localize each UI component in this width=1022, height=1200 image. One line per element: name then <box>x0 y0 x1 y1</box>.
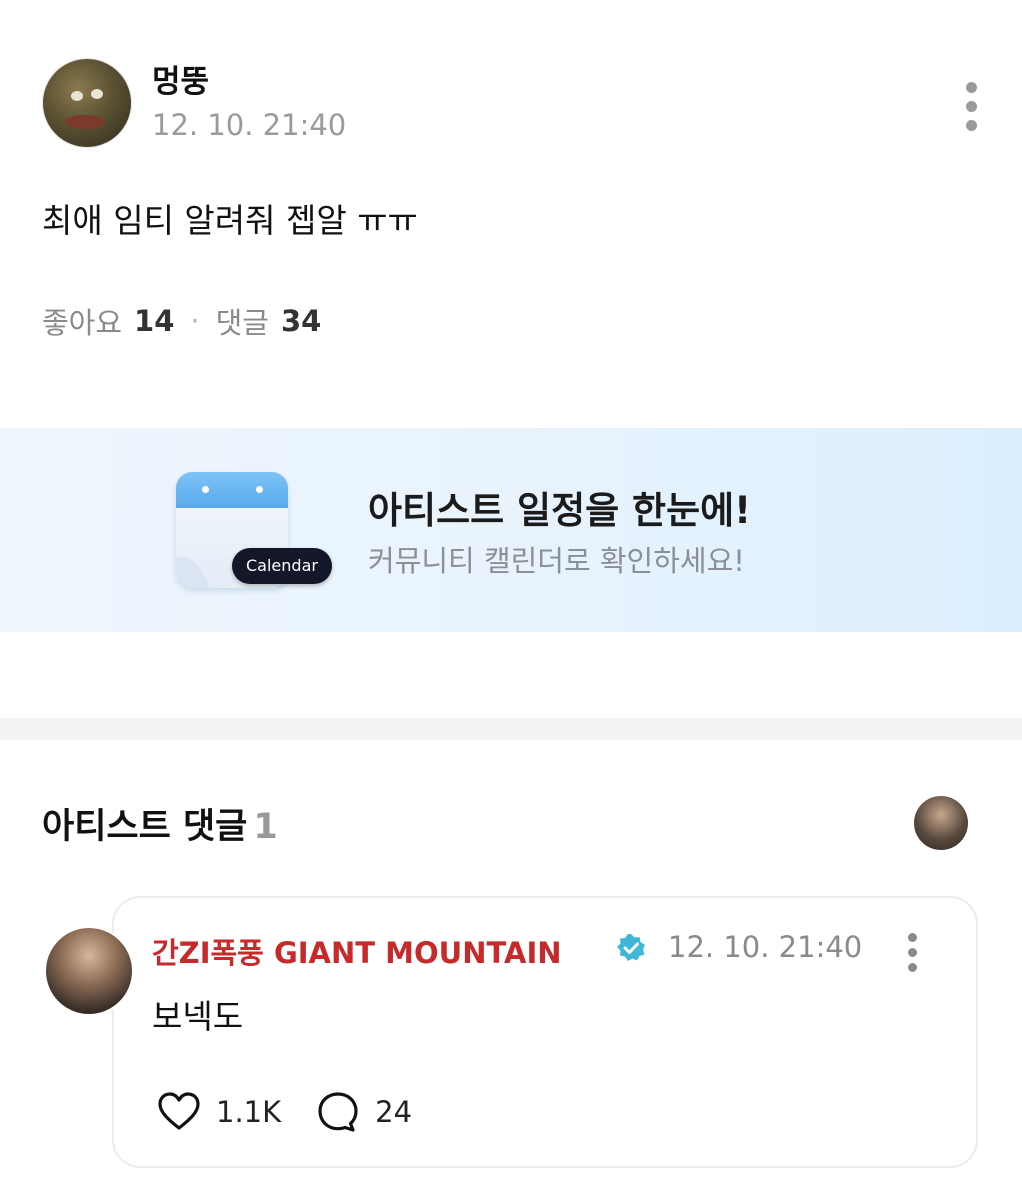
calendar-icon: Calendar <box>176 472 332 590</box>
likes-label[interactable]: 좋아요 <box>42 300 122 342</box>
verified-badge-icon <box>617 934 645 961</box>
stats-separator: · <box>190 304 200 338</box>
artist-comments-count: 1 <box>253 807 278 847</box>
calendar-tag: Calendar <box>232 548 332 584</box>
comment-timestamp: 12. 10. 21:40 <box>668 930 863 964</box>
author-avatar[interactable] <box>42 58 132 148</box>
artist-avatar-small[interactable] <box>914 796 968 850</box>
comment-bubble-icon[interactable] <box>315 1089 361 1135</box>
artist-comments-heading: 아티스트 댓글 1 <box>42 798 278 849</box>
post-header: 멍뚱 12. 10. 21:40 <box>42 56 992 148</box>
comment-more-vertical-icon[interactable] <box>906 933 918 973</box>
comment-reply-count[interactable]: 24 <box>375 1095 412 1129</box>
comments-label[interactable]: 댓글 <box>216 300 269 342</box>
post-body: 최애 임티 알려줘 젭알 ㅠㅠ <box>42 201 418 240</box>
post-timestamp: 12. 10. 21:40 <box>152 108 347 142</box>
likes-count[interactable]: 14 <box>134 304 174 338</box>
avatar-eye <box>91 89 103 99</box>
avatar-mouth <box>65 115 105 129</box>
artist-comments-title: 아티스트 댓글 <box>42 807 248 847</box>
comments-count[interactable]: 34 <box>281 304 321 338</box>
avatar-eye <box>71 91 83 101</box>
heart-icon[interactable] <box>156 1089 202 1135</box>
more-vertical-icon[interactable] <box>964 82 978 134</box>
comment-body: 보넥도 <box>152 997 244 1036</box>
commenter-avatar[interactable] <box>44 926 134 1016</box>
comment-actions: 1.1K 24 <box>156 1088 412 1136</box>
post-author-name[interactable]: 멍뚱 <box>152 56 209 101</box>
banner-title: 아티스트 일정을 한눈에! <box>368 489 752 532</box>
comment-like-count[interactable]: 1.1K <box>216 1095 281 1129</box>
banner-subtitle: 커뮤니티 캘린더로 확인하세요! <box>368 544 745 578</box>
section-divider <box>0 718 1022 740</box>
post-stats: 좋아요 14 · 댓글 34 <box>42 300 321 342</box>
commenter-name[interactable]: 간ZI폭풍 GIANT MOUNTAIN <box>152 930 562 972</box>
calendar-promo-banner[interactable]: Calendar 아티스트 일정을 한눈에! 커뮤니티 캘린더로 확인하세요! <box>0 428 1022 632</box>
